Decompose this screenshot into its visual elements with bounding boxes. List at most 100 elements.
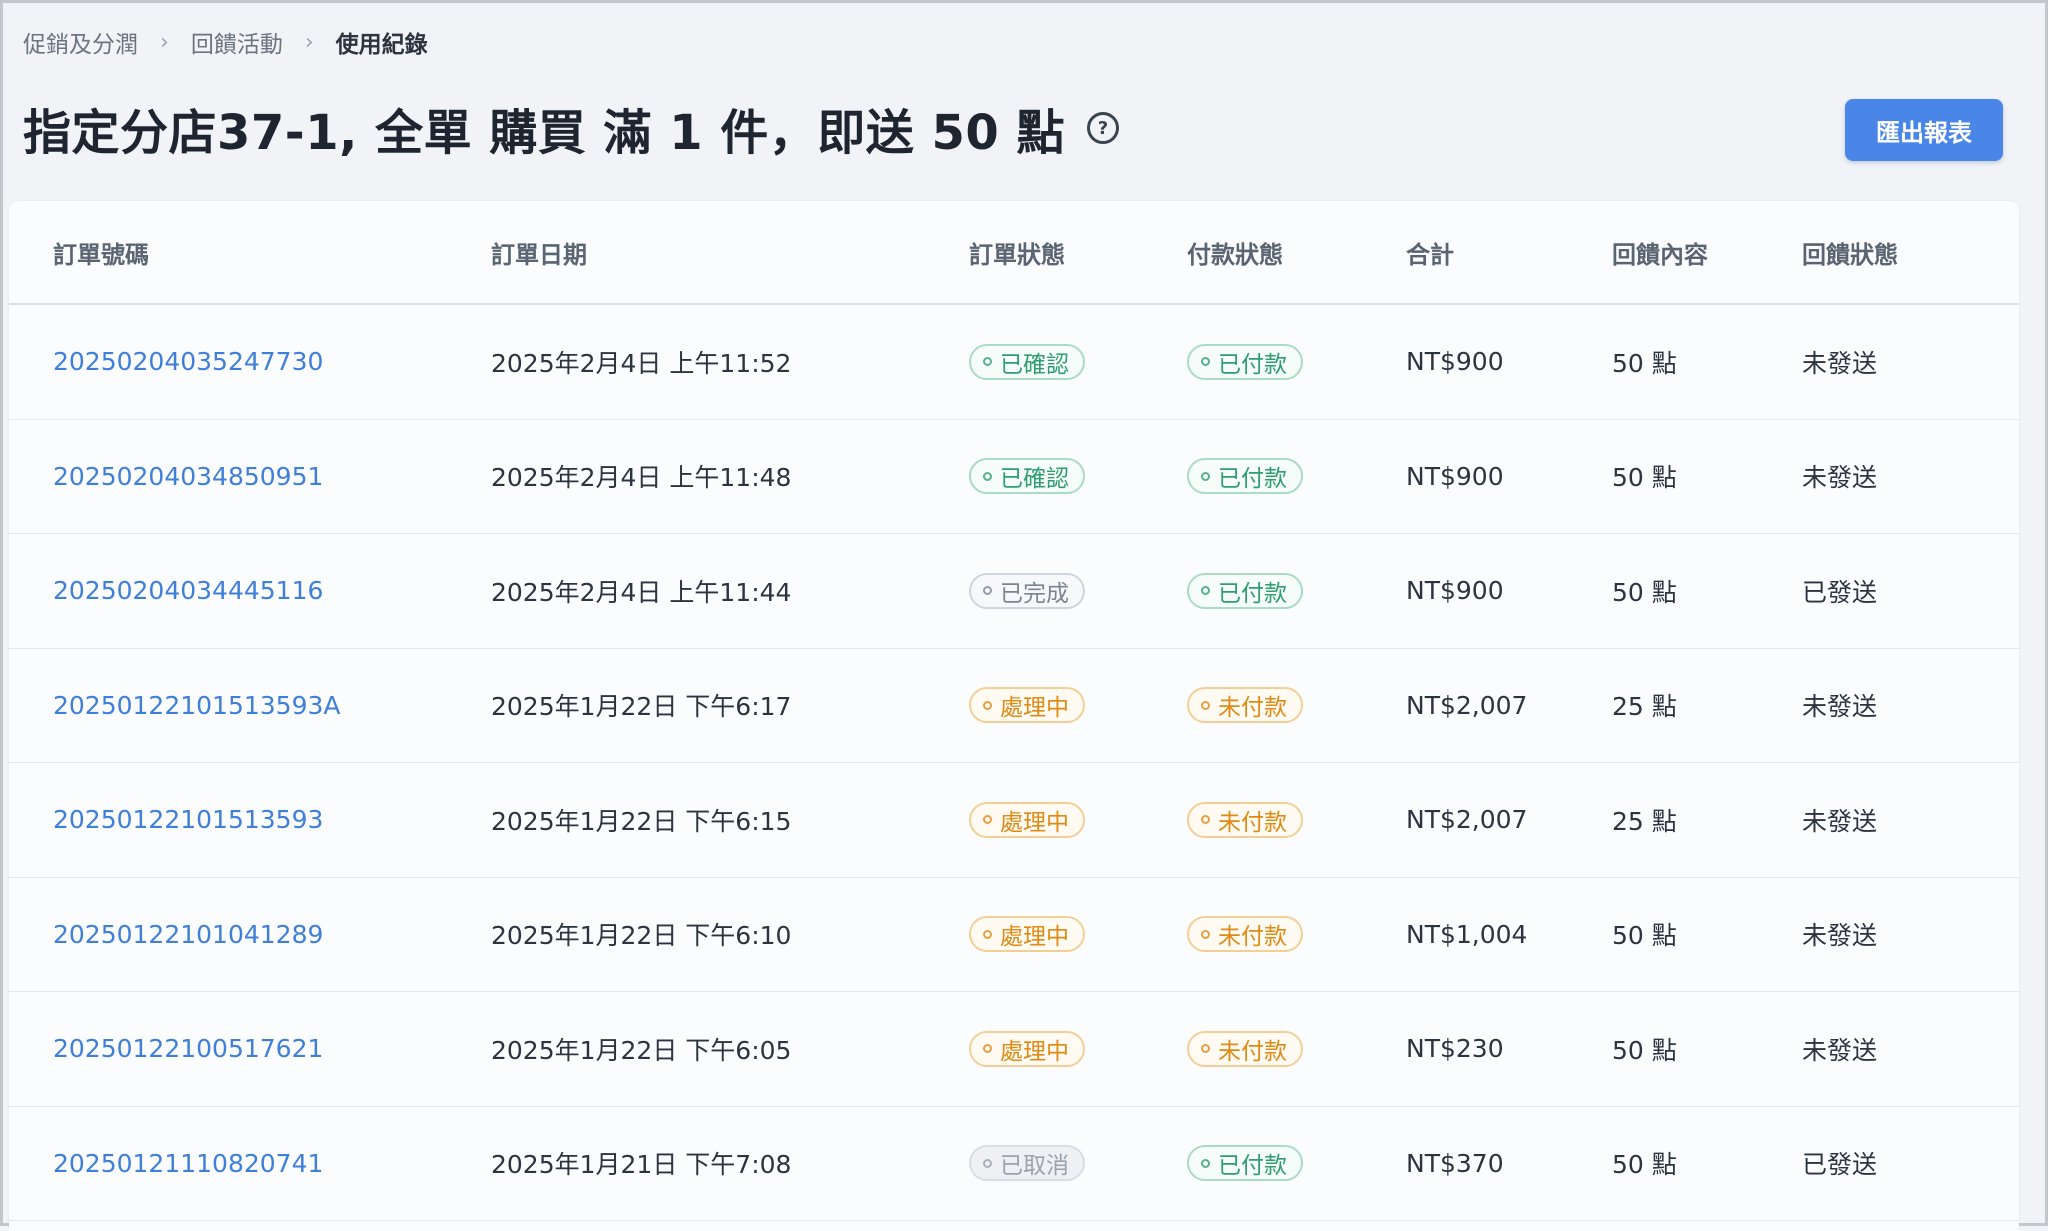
column-header-reward-status[interactable]: 回饋狀態 (1802, 201, 1898, 303)
order-status-label: 已取消 (1000, 1153, 1069, 1180)
order-number-link[interactable]: 20250122101041289 (53, 920, 323, 949)
column-header-order-number[interactable]: 訂單號碼 (53, 201, 149, 303)
order-number-link[interactable]: 20250121110820741 (53, 1149, 323, 1178)
order-date: 2025年1月21日 下午7:08 (491, 1150, 792, 1180)
status-dot-icon (1201, 1158, 1210, 1168)
status-dot-icon (983, 929, 992, 939)
reward-content: 50 點 (1612, 1035, 1677, 1065)
status-dot-icon (1201, 586, 1210, 596)
order-status-badge: 處理中 (969, 801, 1085, 838)
reward-content: 50 點 (1612, 1150, 1677, 1180)
status-dot-icon (1201, 357, 1210, 367)
payment-status-badge: 未付款 (1187, 916, 1303, 953)
order-number-link[interactable]: 20250204034445116 (53, 576, 323, 605)
reward-status: 已發送 (1802, 577, 1878, 607)
order-total: NT$900 (1406, 347, 1504, 377)
order-status-badge: 處理中 (969, 1030, 1085, 1067)
usage-records-table: 訂單號碼 訂單日期 訂單狀態 付款狀態 合計 回饋內容 回饋狀態 2025020… (9, 201, 2019, 1231)
column-header-reward-content[interactable]: 回饋內容 (1612, 201, 1708, 303)
reward-content: 50 點 (1612, 577, 1677, 607)
order-number-link[interactable]: 20250122101513593 (53, 805, 323, 834)
reward-content: 50 點 (1612, 463, 1677, 493)
order-status-badge: 已確認 (969, 458, 1085, 495)
payment-status-label: 未付款 (1218, 924, 1287, 951)
status-dot-icon (983, 357, 992, 367)
payment-status-badge: 已付款 (1187, 343, 1303, 380)
order-number-link[interactable]: 20250122100517621 (53, 1034, 323, 1063)
payment-status-label: 未付款 (1218, 695, 1287, 722)
payment-status-badge: 未付款 (1187, 801, 1303, 838)
order-total: NT$370 (1406, 1148, 1504, 1178)
chevron-right-icon: › (304, 29, 314, 55)
status-dot-icon (983, 1158, 992, 1168)
order-date: 2025年1月22日 下午6:15 (491, 806, 792, 836)
reward-status: 未發送 (1802, 806, 1878, 836)
reward-status: 未發送 (1802, 921, 1878, 951)
reward-content: 25 點 (1612, 806, 1677, 836)
order-total: NT$900 (1406, 576, 1504, 606)
payment-status-badge: 已付款 (1187, 1145, 1303, 1182)
reward-content: 25 點 (1612, 692, 1677, 722)
order-date: 2025年2月4日 上午11:48 (491, 463, 792, 493)
reward-status: 未發送 (1802, 692, 1878, 722)
table-row[interactable]: 20250122101513593 2025年1月22日 下午6:15 處理中 … (9, 763, 2019, 878)
payment-status-badge: 已付款 (1187, 458, 1303, 495)
reward-content: 50 點 (1612, 348, 1677, 378)
status-dot-icon (1201, 471, 1210, 481)
payment-status-label: 已付款 (1218, 580, 1287, 607)
breadcrumb-item-usage-records: 使用紀錄 (335, 32, 428, 58)
table-row[interactable]: 20250122101041289 2025年1月22日 下午6:10 處理中 … (9, 878, 2019, 992)
order-status-label: 已完成 (1000, 580, 1069, 607)
order-date: 2025年1月22日 下午6:10 (491, 921, 792, 951)
reward-status: 未發送 (1802, 348, 1878, 378)
table-row[interactable]: 20250121110820741 2025年1月21日 下午7:08 已取消 … (9, 1107, 2019, 1221)
breadcrumb-item-reward-campaigns[interactable]: 回饋活動 (191, 25, 283, 59)
order-status-label: 處理中 (1000, 924, 1069, 951)
order-status-label: 已確認 (1000, 466, 1069, 493)
payment-status-label: 已付款 (1218, 1153, 1287, 1180)
order-total: NT$230 (1406, 1034, 1504, 1064)
order-status-badge: 已取消 (969, 1145, 1085, 1182)
column-header-payment-status[interactable]: 付款狀態 (1187, 201, 1283, 303)
column-header-order-date[interactable]: 訂單日期 (491, 201, 587, 303)
order-date: 2025年2月4日 上午11:52 (491, 348, 792, 378)
breadcrumb: 促銷及分潤 › 回饋活動 › 使用紀錄 (23, 25, 428, 59)
order-number-link[interactable]: 20250204035247730 (53, 347, 323, 376)
order-total: NT$2,007 (1406, 805, 1528, 835)
order-status-badge: 已確認 (969, 343, 1085, 380)
column-header-order-status[interactable]: 訂單狀態 (969, 201, 1065, 303)
export-report-button[interactable]: 匯出報表 (1845, 99, 2003, 161)
order-number-link[interactable]: 20250122101513593A (53, 691, 341, 720)
status-dot-icon (983, 815, 992, 825)
order-number-link[interactable]: 20250204034850951 (53, 462, 323, 491)
column-header-total[interactable]: 合計 (1406, 201, 1454, 303)
reward-status: 已發送 (1802, 1150, 1878, 1180)
status-dot-icon (1201, 700, 1210, 710)
order-status-label: 處理中 (1000, 809, 1069, 836)
table-row[interactable]: 20250122101513593A 2025年1月22日 下午6:17 處理中… (9, 649, 2019, 763)
order-status-badge: 已完成 (969, 572, 1085, 609)
status-dot-icon (983, 700, 992, 710)
breadcrumb-item-promotions[interactable]: 促銷及分潤 (23, 25, 138, 59)
question-circle-icon[interactable]: ? (1087, 112, 1120, 144)
page-title: 指定分店37-1, 全單 購買 滿 1 件，即送 50 點 (23, 105, 1066, 161)
table-row[interactable]: 20250122100517621 2025年1月22日 下午6:05 處理中 … (9, 992, 2019, 1107)
status-dot-icon (1201, 929, 1210, 939)
payment-status-label: 未付款 (1218, 809, 1287, 836)
payment-status-label: 已付款 (1218, 466, 1287, 493)
status-dot-icon (983, 1044, 992, 1054)
order-date: 2025年1月22日 下午6:17 (491, 692, 792, 722)
status-dot-icon (983, 471, 992, 481)
table-row[interactable]: 20250204035247730 2025年2月4日 上午11:52 已確認 … (9, 305, 2019, 420)
table-row[interactable]: 20250204034445116 2025年2月4日 上午11:44 已完成 … (9, 534, 2019, 649)
reward-content: 50 點 (1612, 921, 1677, 951)
payment-status-badge: 已付款 (1187, 572, 1303, 609)
table-body: 20250204035247730 2025年2月4日 上午11:52 已確認 … (9, 305, 2019, 1221)
payment-status-label: 已付款 (1218, 351, 1287, 378)
order-status-badge: 處理中 (969, 687, 1085, 724)
table-row[interactable]: 20250204034850951 2025年2月4日 上午11:48 已確認 … (9, 420, 2019, 534)
payment-status-label: 未付款 (1218, 1038, 1287, 1065)
order-date: 2025年2月4日 上午11:44 (491, 577, 792, 607)
payment-status-badge: 未付款 (1187, 1030, 1303, 1067)
status-dot-icon (1201, 1044, 1210, 1054)
